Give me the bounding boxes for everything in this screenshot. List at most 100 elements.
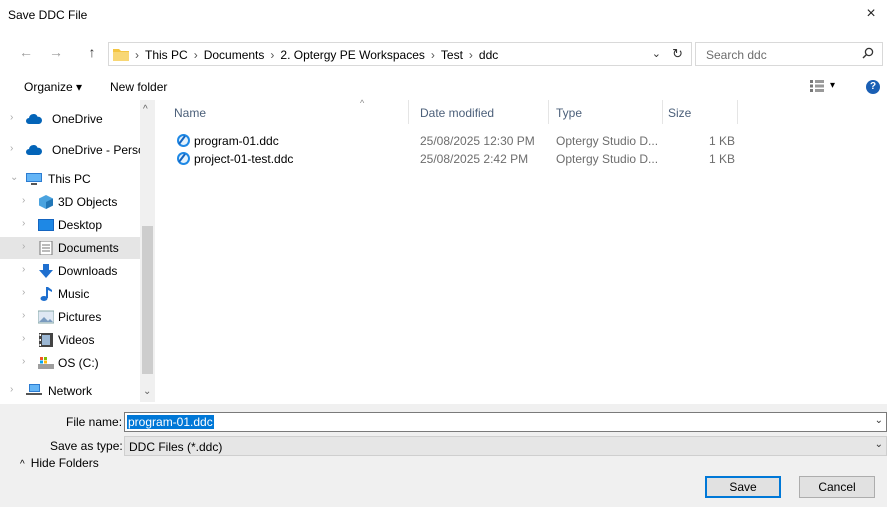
nav-item-network[interactable]: › Network [0,380,140,402]
nav-item-this-pc[interactable]: ⌄ This PC [0,168,140,190]
cancel-button[interactable]: Cancel [799,476,875,498]
forward-arrow-icon[interactable]: → [48,44,64,60]
nav-item-label: Pictures [58,310,102,324]
drive-icon [38,357,54,369]
computer-icon [26,173,42,185]
file-list: ^ Name Date modified Type Size program-0… [156,98,887,402]
expand-chevron-icon[interactable]: › [22,287,25,298]
address-dropdown-icon[interactable]: ⌄ [652,47,661,60]
expand-chevron-icon[interactable]: › [22,356,25,367]
file-row[interactable]: program-01.ddc 25/08/2025 12:30 PM Opter… [156,132,887,150]
expand-chevron-icon[interactable]: › [22,195,25,206]
column-header-date[interactable]: Date modified [420,106,494,120]
column-divider[interactable] [662,100,663,124]
navigation-pane: › OneDrive › OneDrive - Persor ⌄ This PC… [0,100,156,402]
breadcrumb-separator: › [135,48,139,62]
organize-button[interactable]: Organize ▾ [24,80,82,94]
nav-item-videos[interactable]: › Videos [0,329,140,351]
nav-item-label: Network [48,384,93,398]
expand-chevron-icon[interactable]: › [22,218,25,229]
view-dropdown-icon[interactable]: ▾ [830,80,835,91]
nav-scrollbar[interactable]: ^ ⌄ [140,100,155,402]
breadcrumb-separator: › [270,48,275,62]
new-folder-button[interactable]: New folder [110,80,167,94]
file-name-dropdown-icon[interactable]: ⌄ [875,415,883,426]
column-header-name[interactable]: Name [174,106,206,120]
nav-item-label: Music [58,287,90,301]
nav-item-onedrive[interactable]: › OneDrive [0,108,140,130]
nav-item-label: This PC [48,172,91,186]
column-header-size[interactable]: Size [668,106,691,120]
expand-chevron-icon[interactable]: › [10,143,13,154]
breadcrumb-separator: › [193,48,198,62]
expand-chevron-icon[interactable]: › [10,112,13,123]
nav-item-music[interactable]: › Music [0,283,140,305]
expand-chevron-icon[interactable]: › [22,333,25,344]
column-header-type[interactable]: Type [556,106,582,120]
up-arrow-icon[interactable]: ↑ [84,44,100,60]
file-type: Optergy Studio D... [556,134,659,148]
expand-chevron-icon[interactable]: › [22,310,25,321]
nav-item-label: Desktop [58,218,103,232]
view-options-icon[interactable] [810,80,824,92]
title-bar: Save DDC File × [0,0,887,30]
column-divider[interactable] [408,100,409,124]
scroll-up-icon[interactable]: ^ [143,104,148,115]
file-size: 1 KB [709,134,736,148]
music-icon [40,287,52,301]
back-arrow-icon[interactable]: ← [18,44,34,60]
nav-item-label: Documents [58,241,119,255]
breadcrumb-item-workspaces[interactable]: 2. Optergy PE Workspaces [280,48,425,62]
save-type-value: DDC Files (*.ddc) [129,440,223,454]
file-date: 25/08/2025 2:42 PM [420,152,529,166]
file-name: project-01-test.ddc [194,152,294,166]
nav-item-label: OS (C:) [58,356,99,370]
nav-item-3d-objects[interactable]: › 3D Objects [0,191,140,213]
file-date: 25/08/2025 12:30 PM [420,134,535,148]
nav-item-onedrive-personal[interactable]: › OneDrive - Persor [0,139,149,161]
collapse-chevron-icon[interactable]: ⌄ [10,172,18,183]
breadcrumb: › This PC › Documents › 2. Optergy PE Workspa… [135,48,498,62]
nav-item-label: 3D Objects [58,195,118,209]
scroll-down-icon[interactable]: ⌄ [143,386,151,397]
expand-chevron-icon[interactable]: › [10,384,13,395]
video-icon [39,333,53,347]
file-name-value: program-01.ddc [127,415,214,429]
toolbar: Organize ▾ New folder ▾ ? [0,74,887,100]
hide-folders-button[interactable]: ^ Hide Folders [20,456,99,470]
breadcrumb-separator: › [468,48,473,62]
nav-item-os-c[interactable]: › OS (C:) [0,352,140,374]
save-type-dropdown-icon[interactable]: ⌄ [875,439,883,450]
pictures-icon [38,310,54,324]
save-button[interactable]: Save [705,476,781,498]
desktop-icon [38,219,54,231]
nav-item-label: Videos [58,333,95,347]
nav-item-desktop[interactable]: › Desktop [0,214,140,236]
document-icon [39,241,53,255]
file-row[interactable]: project-01-test.ddc 25/08/2025 2:42 PM O… [156,150,887,168]
column-divider[interactable] [737,100,738,124]
breadcrumb-item-this-pc[interactable]: This PC [145,48,188,62]
cloud-icon [26,114,42,124]
breadcrumb-item-ddc[interactable]: ddc [479,48,498,62]
expand-chevron-icon[interactable]: › [22,264,25,275]
nav-item-documents[interactable]: › Documents [0,237,140,259]
breadcrumb-item-test[interactable]: Test [441,48,463,62]
refresh-icon[interactable]: ↻ [672,46,683,62]
save-type-select[interactable]: DDC Files (*.ddc) ⌄ [124,436,887,456]
scroll-thumb[interactable] [142,226,153,374]
nav-item-downloads[interactable]: › Downloads [0,260,140,282]
address-bar[interactable]: › This PC › Documents › 2. Optergy PE Workspa… [108,42,692,66]
file-name-field[interactable]: program-01.ddc ⌄ [124,412,887,432]
breadcrumb-item-documents[interactable]: Documents [204,48,265,62]
hide-folders-label: Hide Folders [30,456,99,470]
search-input[interactable]: Search ddc [695,42,883,66]
file-name-label: File name: [66,415,123,429]
help-icon[interactable]: ? [866,80,880,94]
close-icon[interactable]: × [861,4,881,24]
file-name: program-01.ddc [194,134,279,148]
expand-chevron-icon[interactable]: › [22,241,25,252]
nav-item-pictures[interactable]: › Pictures [0,306,140,328]
column-divider[interactable] [548,100,549,124]
breadcrumb-separator: › [430,48,435,62]
